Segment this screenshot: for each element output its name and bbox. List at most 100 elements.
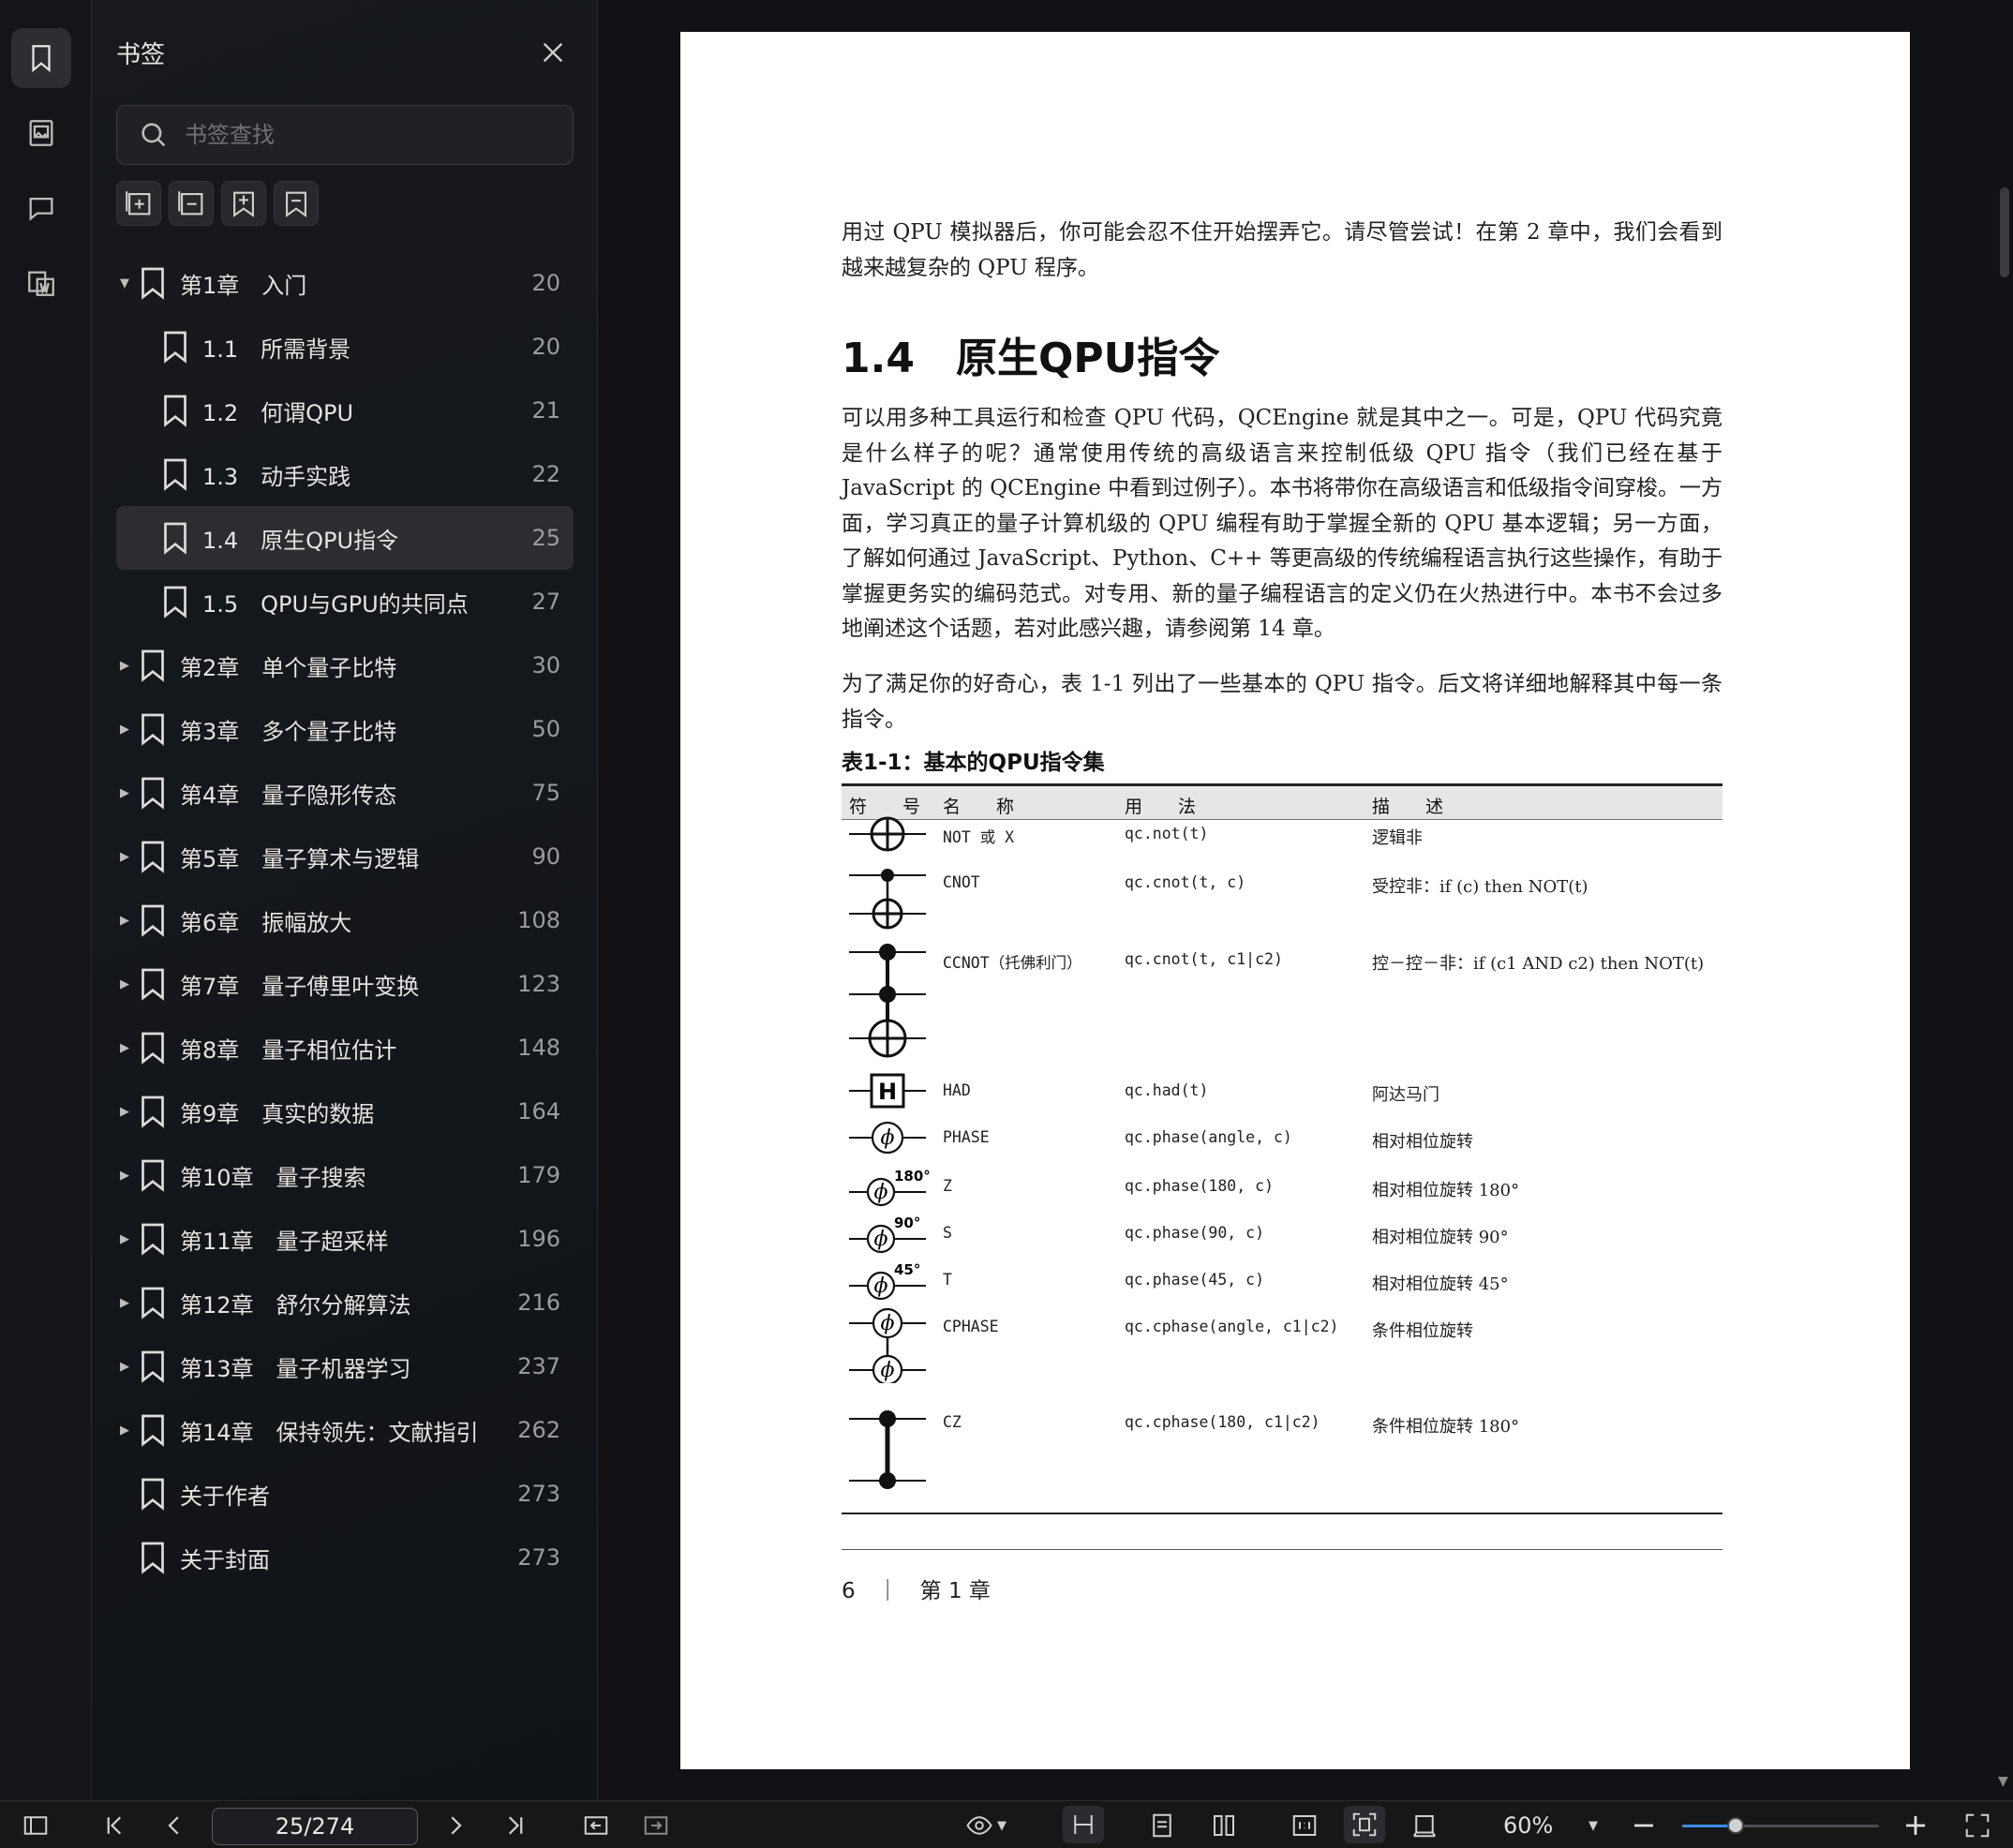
gate-usage: qc.had(t) [1125,1081,1209,1099]
bookmark-item[interactable]: ▶ 第7章 量子傅里叶变换 123 [116,952,574,1016]
chevron-down-icon: ▼ [1588,1818,1598,1833]
chevron-right-icon[interactable]: ▶ [118,1169,131,1183]
zoom-in-button[interactable] [1899,1809,1932,1842]
thumbnails-tab-button[interactable] [11,103,71,163]
intro-paragraph: 用过 QPU 模拟器后，你可能会忍不住开始摆弄它。请尽管尝试！在第 2 章中，我… [842,220,1722,280]
gate-name: Z [943,1177,952,1195]
zoom-slider-handle[interactable] [1726,1817,1744,1834]
quantum-gate-symbol: ϕ 90° [845,1213,935,1258]
bookmark-item[interactable]: ▶ 第3章 多个量子比特 50 [116,697,574,761]
chevron-down-icon[interactable]: ▼ [118,276,131,291]
zoom-slider[interactable] [1682,1817,1879,1834]
remove-bookmark-button[interactable] [274,181,319,226]
double-page-button[interactable] [1207,1809,1241,1842]
view-mode-dropdown[interactable]: ▼ [958,1809,1014,1842]
chevron-right-icon[interactable]: ▶ [118,1041,131,1055]
bookmark-item[interactable]: ▶ 第2章 单个量子比特 30 [116,633,574,697]
chevron-right-icon[interactable]: ▶ [118,659,131,673]
gate-usage: qc.cphase(180, c1|c2) [1125,1413,1320,1431]
panel-title: 书签 [116,41,166,69]
bookmark-icon [139,776,167,810]
close-icon[interactable] [538,37,568,67]
fullscreen-button[interactable] [1961,1809,1994,1842]
chevron-right-icon[interactable]: ▶ [118,914,131,928]
bookmark-item[interactable]: ▶ 第14章 保持领先：文献指引 262 [116,1398,574,1462]
collapse-all-button[interactable] [169,181,214,226]
chevron-right-icon[interactable]: ▶ [118,1423,131,1438]
bookmark-item[interactable]: 1.5 QPU与GPU的共同点 27 [116,570,574,633]
search-input[interactable] [185,122,559,148]
last-page-button[interactable] [499,1809,532,1842]
add-bookmark-button[interactable] [221,181,266,226]
history-forward-button[interactable] [639,1809,673,1842]
document-viewer[interactable]: 用过 QPU 模拟器后，你可能会忍不住开始摆弄它。请尽管尝试！在第 2 章中，我… [598,0,2013,1800]
bookmark-tools [116,181,319,226]
bookmark-item[interactable]: 关于封面 273 [116,1526,574,1589]
gate-description: 相对相位旋转 [1372,1132,1473,1152]
section-heading: 1.4 原生QPU指令 [842,335,1220,382]
bookmark-item[interactable]: 1.2 何谓QPU 21 [116,379,574,442]
bookmark-icon [139,1095,167,1128]
icon-rail [0,0,92,1800]
bookmark-item[interactable]: ▶ 第12章 舒尔分解算法 216 [116,1271,574,1334]
word-export-tab-button[interactable] [11,253,71,313]
previous-page-button[interactable] [157,1809,191,1842]
single-page-button[interactable] [1145,1809,1179,1842]
toggle-sidebar-button[interactable] [19,1809,52,1842]
bookmark-item[interactable]: ▶ 第9章 真实的数据 164 [116,1080,574,1143]
bookmark-item[interactable]: 1.1 所需背景 20 [116,315,574,379]
expand-all-button[interactable] [116,181,161,226]
svg-text:ϕ: ϕ [874,1228,888,1251]
chevron-right-icon[interactable]: ▶ [118,1232,131,1246]
bookmark-item[interactable]: ▶ 第8章 量子相位估计 148 [116,1016,574,1080]
chevron-right-icon[interactable]: ▶ [118,1360,131,1374]
scroll-down-arrow-icon[interactable]: ▼ [1998,1774,2008,1789]
gate-description: 相对相位旋转 45° [1372,1274,1509,1294]
chevron-left-icon [168,1816,179,1835]
bookmark-page-number: 20 [531,270,560,296]
bookmark-item[interactable]: 关于作者 273 [116,1462,574,1526]
expand-all-icon [126,191,151,216]
gate-description: 条件相位旋转 180° [1372,1417,1520,1437]
chevron-right-icon[interactable]: ▶ [118,1105,131,1119]
bookmark-item[interactable]: ▶ 第6章 振幅放大 108 [116,888,574,952]
zoom-out-button[interactable] [1627,1809,1661,1842]
bookmark-page-number: 21 [531,397,560,424]
zoom-dropdown-button[interactable]: ▼ [1576,1809,1610,1842]
bookmark-item[interactable]: ▶ 第10章 量子搜索 179 [116,1143,574,1207]
gate-name: S [943,1224,952,1242]
bookmark-list: ▼ 第1章 入门 20 1.1 所需背景 20 1.2 何谓QPU 21 1.3 动手实践 22… [116,251,574,1589]
first-page-button[interactable] [97,1809,131,1842]
rotate-page-button[interactable] [1408,1809,1441,1842]
bookmark-item[interactable]: ▶ 第4章 量子隐形传态 75 [116,761,574,825]
bookmark-item[interactable]: ▶ 第5章 量子算术与逻辑 90 [116,825,574,888]
bookmark-icon [139,648,167,682]
actual-size-button[interactable] [1288,1809,1321,1842]
bookmark-item[interactable]: ▶ 第13章 量子机器学习 237 [116,1334,574,1398]
table-header: 符 号 名 称 用 法 描 述 [842,786,1722,820]
bookmarks-tab-button[interactable] [11,28,71,88]
bookmark-icon [161,330,189,364]
fit-page-button[interactable] [1344,1806,1385,1843]
bookmark-search [116,105,574,165]
bookmark-item[interactable]: 1.4 原生QPU指令 25 [116,506,574,570]
page-number-input[interactable]: 25/274 [212,1808,418,1845]
chevron-right-icon[interactable]: ▶ [118,786,131,800]
fit-width-button[interactable] [1063,1806,1104,1843]
vertical-scrollbar[interactable] [2000,187,2009,277]
quantum-gate-symbol [845,1402,935,1499]
chevron-right-icon[interactable]: ▶ [118,977,131,991]
next-page-button[interactable] [439,1809,472,1842]
fullscreen-icon [1965,1813,1990,1838]
comments-tab-button[interactable] [11,178,71,238]
chevron-right-icon[interactable]: ▶ [118,850,131,864]
quantum-gate-symbol [845,939,935,1063]
chevron-right-icon[interactable]: ▶ [118,723,131,737]
bookmark-item[interactable]: ▼ 第1章 入门 20 [116,251,574,315]
bookmark-item[interactable]: 1.3 动手实践 22 [116,442,574,506]
zoom-level[interactable]: 60% [1503,1812,1553,1839]
header-usage: 用 法 [1125,797,1197,817]
history-back-button[interactable] [579,1809,613,1842]
chevron-right-icon[interactable]: ▶ [118,1296,131,1310]
bookmark-item[interactable]: ▶ 第11章 量子超采样 196 [116,1207,574,1271]
